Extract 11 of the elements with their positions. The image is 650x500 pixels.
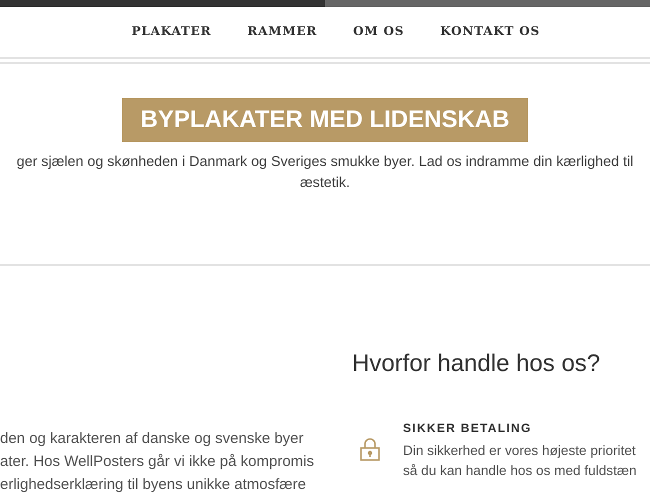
feature-title: SIKKER BETALING (403, 421, 533, 435)
feature-text: Din sikkerhed er vores højeste prioritet så du kan handle hos os med fuldstæn (403, 442, 637, 480)
intro-text: ger sjælen og skønheden i Danmark og Sveriges smukke byer. Lad os indramme din kærlighed til æstetik. (16, 153, 634, 193)
about-text: den og karakteren af danske og svenske byer ater. Hos WellPosters går vi ikke på kompromis erlighedserklæring til byens unikke atmosfære (0, 429, 315, 495)
section-heading: Hvorfor handle hos os? (352, 350, 602, 378)
hero-title: BYPLAKATER MED LIDENSKAB (122, 98, 528, 142)
nav-link[interactable]: PLAKATER (132, 24, 212, 57)
nav-link[interactable]: RAMMER (247, 24, 318, 57)
nav-link[interactable]: OM OS (353, 24, 404, 57)
nav-link[interactable]: KONTAKT OS (440, 24, 540, 57)
lock-icon (360, 437, 380, 461)
